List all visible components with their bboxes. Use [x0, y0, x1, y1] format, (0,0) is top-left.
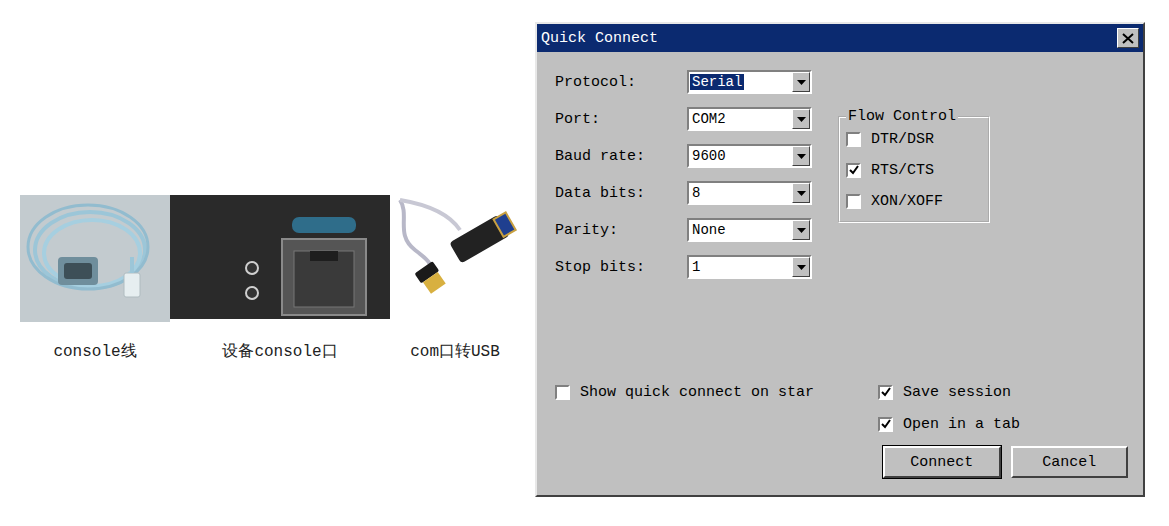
- dialog-button[interactable]: Cancel: [1011, 446, 1129, 478]
- option-checkbox[interactable]: Show quick connect on star: [555, 380, 878, 404]
- field-dropdown[interactable]: Serial: [687, 70, 812, 94]
- field-dropdown[interactable]: 8: [687, 181, 812, 205]
- dropdown-button[interactable]: [792, 109, 810, 129]
- dropdown-value: Serial: [690, 74, 744, 90]
- dropdown-value: COM2: [690, 111, 728, 127]
- dropdown-arrow-icon: [797, 154, 806, 159]
- photo-caption: console线: [53, 342, 136, 362]
- dropdown-value: 8: [690, 185, 702, 201]
- flow-control-checkbox[interactable]: RTS/CTS: [846, 158, 980, 182]
- checkbox-label: RTS/CTS: [871, 162, 934, 179]
- photo-column: console线: [20, 195, 170, 362]
- photo-strip: console线 设备console口 com口转USB: [0, 0, 535, 526]
- bottom-area: Show quick connect on star Save session Op…: [555, 380, 1128, 478]
- dropdown-value: 1: [690, 259, 702, 275]
- dropdown-button[interactable]: [792, 146, 810, 166]
- console-port-photo: [170, 195, 390, 319]
- option-checkbox[interactable]: Open in a tab: [878, 412, 1128, 436]
- dropdown-value: 9600: [690, 148, 728, 164]
- field-label: Port:: [555, 111, 687, 128]
- console-cable-photo: [20, 195, 170, 322]
- close-button[interactable]: [1117, 28, 1139, 48]
- checkbox-label: Save session: [903, 384, 1011, 401]
- checkbox-box[interactable]: [846, 194, 861, 209]
- option-checkbox[interactable]: Save session: [878, 380, 1128, 404]
- dropdown-arrow-icon: [797, 191, 806, 196]
- button-row: Connect Cancel: [878, 446, 1128, 478]
- bottom-left: Show quick connect on star: [555, 380, 878, 404]
- field-row: Protocol:Serial: [555, 70, 812, 94]
- settings-area: Protocol:Serial Port:COM2 Baud rate:9600 Da…: [555, 70, 1128, 279]
- flow-control-checkbox[interactable]: XON/XOFF: [846, 189, 980, 213]
- check-icon: [881, 387, 891, 397]
- window-title: Quick Connect: [541, 30, 658, 47]
- field-row: Stop bits:1: [555, 255, 812, 279]
- dropdown-button[interactable]: [792, 257, 810, 277]
- dropdown-value: None: [690, 222, 728, 238]
- flow-control-group: Flow Control DTR/DSR RTS/CTS XON/XOFF: [838, 108, 990, 223]
- page: console线 设备console口 com口转USB Quick Connect P…: [0, 0, 1169, 526]
- checkbox-box[interactable]: [878, 417, 893, 432]
- checkbox-label: Show quick connect on star: [580, 384, 814, 401]
- checkbox-label: Open in a tab: [903, 416, 1020, 433]
- field-label: Protocol:: [555, 74, 687, 91]
- field-row: Port:COM2: [555, 107, 812, 131]
- dropdown-button[interactable]: [792, 220, 810, 240]
- close-icon: [1122, 33, 1134, 44]
- dropdown-arrow-icon: [797, 80, 806, 85]
- dropdown-arrow-icon: [797, 117, 806, 122]
- quick-connect-dialog: Quick Connect Protocol:Serial Port:COM2 Bau…: [535, 22, 1145, 497]
- check-icon: [849, 165, 859, 175]
- checkbox-label: DTR/DSR: [871, 131, 934, 148]
- checkbox-box[interactable]: [878, 385, 893, 400]
- field-label: Parity:: [555, 222, 687, 239]
- dropdown-arrow-icon: [797, 265, 806, 270]
- field-label: Data bits:: [555, 185, 687, 202]
- field-label: Stop bits:: [555, 259, 687, 276]
- field-row: Baud rate:9600: [555, 144, 812, 168]
- field-dropdown[interactable]: 1: [687, 255, 812, 279]
- photo-caption: 设备console口: [222, 342, 337, 362]
- dropdown-arrow-icon: [797, 228, 806, 233]
- dialog-button[interactable]: Connect: [883, 446, 1001, 478]
- usb-adapter-photo: [390, 195, 520, 295]
- field-dropdown[interactable]: 9600: [687, 144, 812, 168]
- photo-frame: [20, 195, 170, 322]
- dropdown-button[interactable]: [792, 183, 810, 203]
- bottom-right: Save session Open in a tab Connect Cancel: [878, 380, 1128, 478]
- photo-caption: com口转USB: [410, 342, 500, 362]
- check-icon: [881, 419, 891, 429]
- photo-column: com口转USB: [390, 195, 520, 362]
- dropdown-button[interactable]: [792, 72, 810, 92]
- group-title: Flow Control: [846, 108, 958, 125]
- field-row: Data bits:8: [555, 181, 812, 205]
- title-bar: Quick Connect: [537, 24, 1143, 52]
- flow-control-checkbox[interactable]: DTR/DSR: [846, 127, 980, 151]
- field-dropdown[interactable]: None: [687, 218, 812, 242]
- checkbox-box[interactable]: [555, 385, 570, 400]
- checkbox-label: XON/XOFF: [871, 193, 943, 210]
- field-row: Parity:None: [555, 218, 812, 242]
- photo-column: 设备console口: [170, 195, 390, 362]
- dialog-body: Protocol:Serial Port:COM2 Baud rate:9600 Da…: [537, 52, 1143, 495]
- field-list: Protocol:Serial Port:COM2 Baud rate:9600 Da…: [555, 70, 812, 279]
- checkbox-box[interactable]: [846, 132, 861, 147]
- photo-frame: [170, 195, 390, 322]
- field-label: Baud rate:: [555, 148, 687, 165]
- photo-frame: [390, 195, 520, 322]
- checkbox-box[interactable]: [846, 163, 861, 178]
- field-dropdown[interactable]: COM2: [687, 107, 812, 131]
